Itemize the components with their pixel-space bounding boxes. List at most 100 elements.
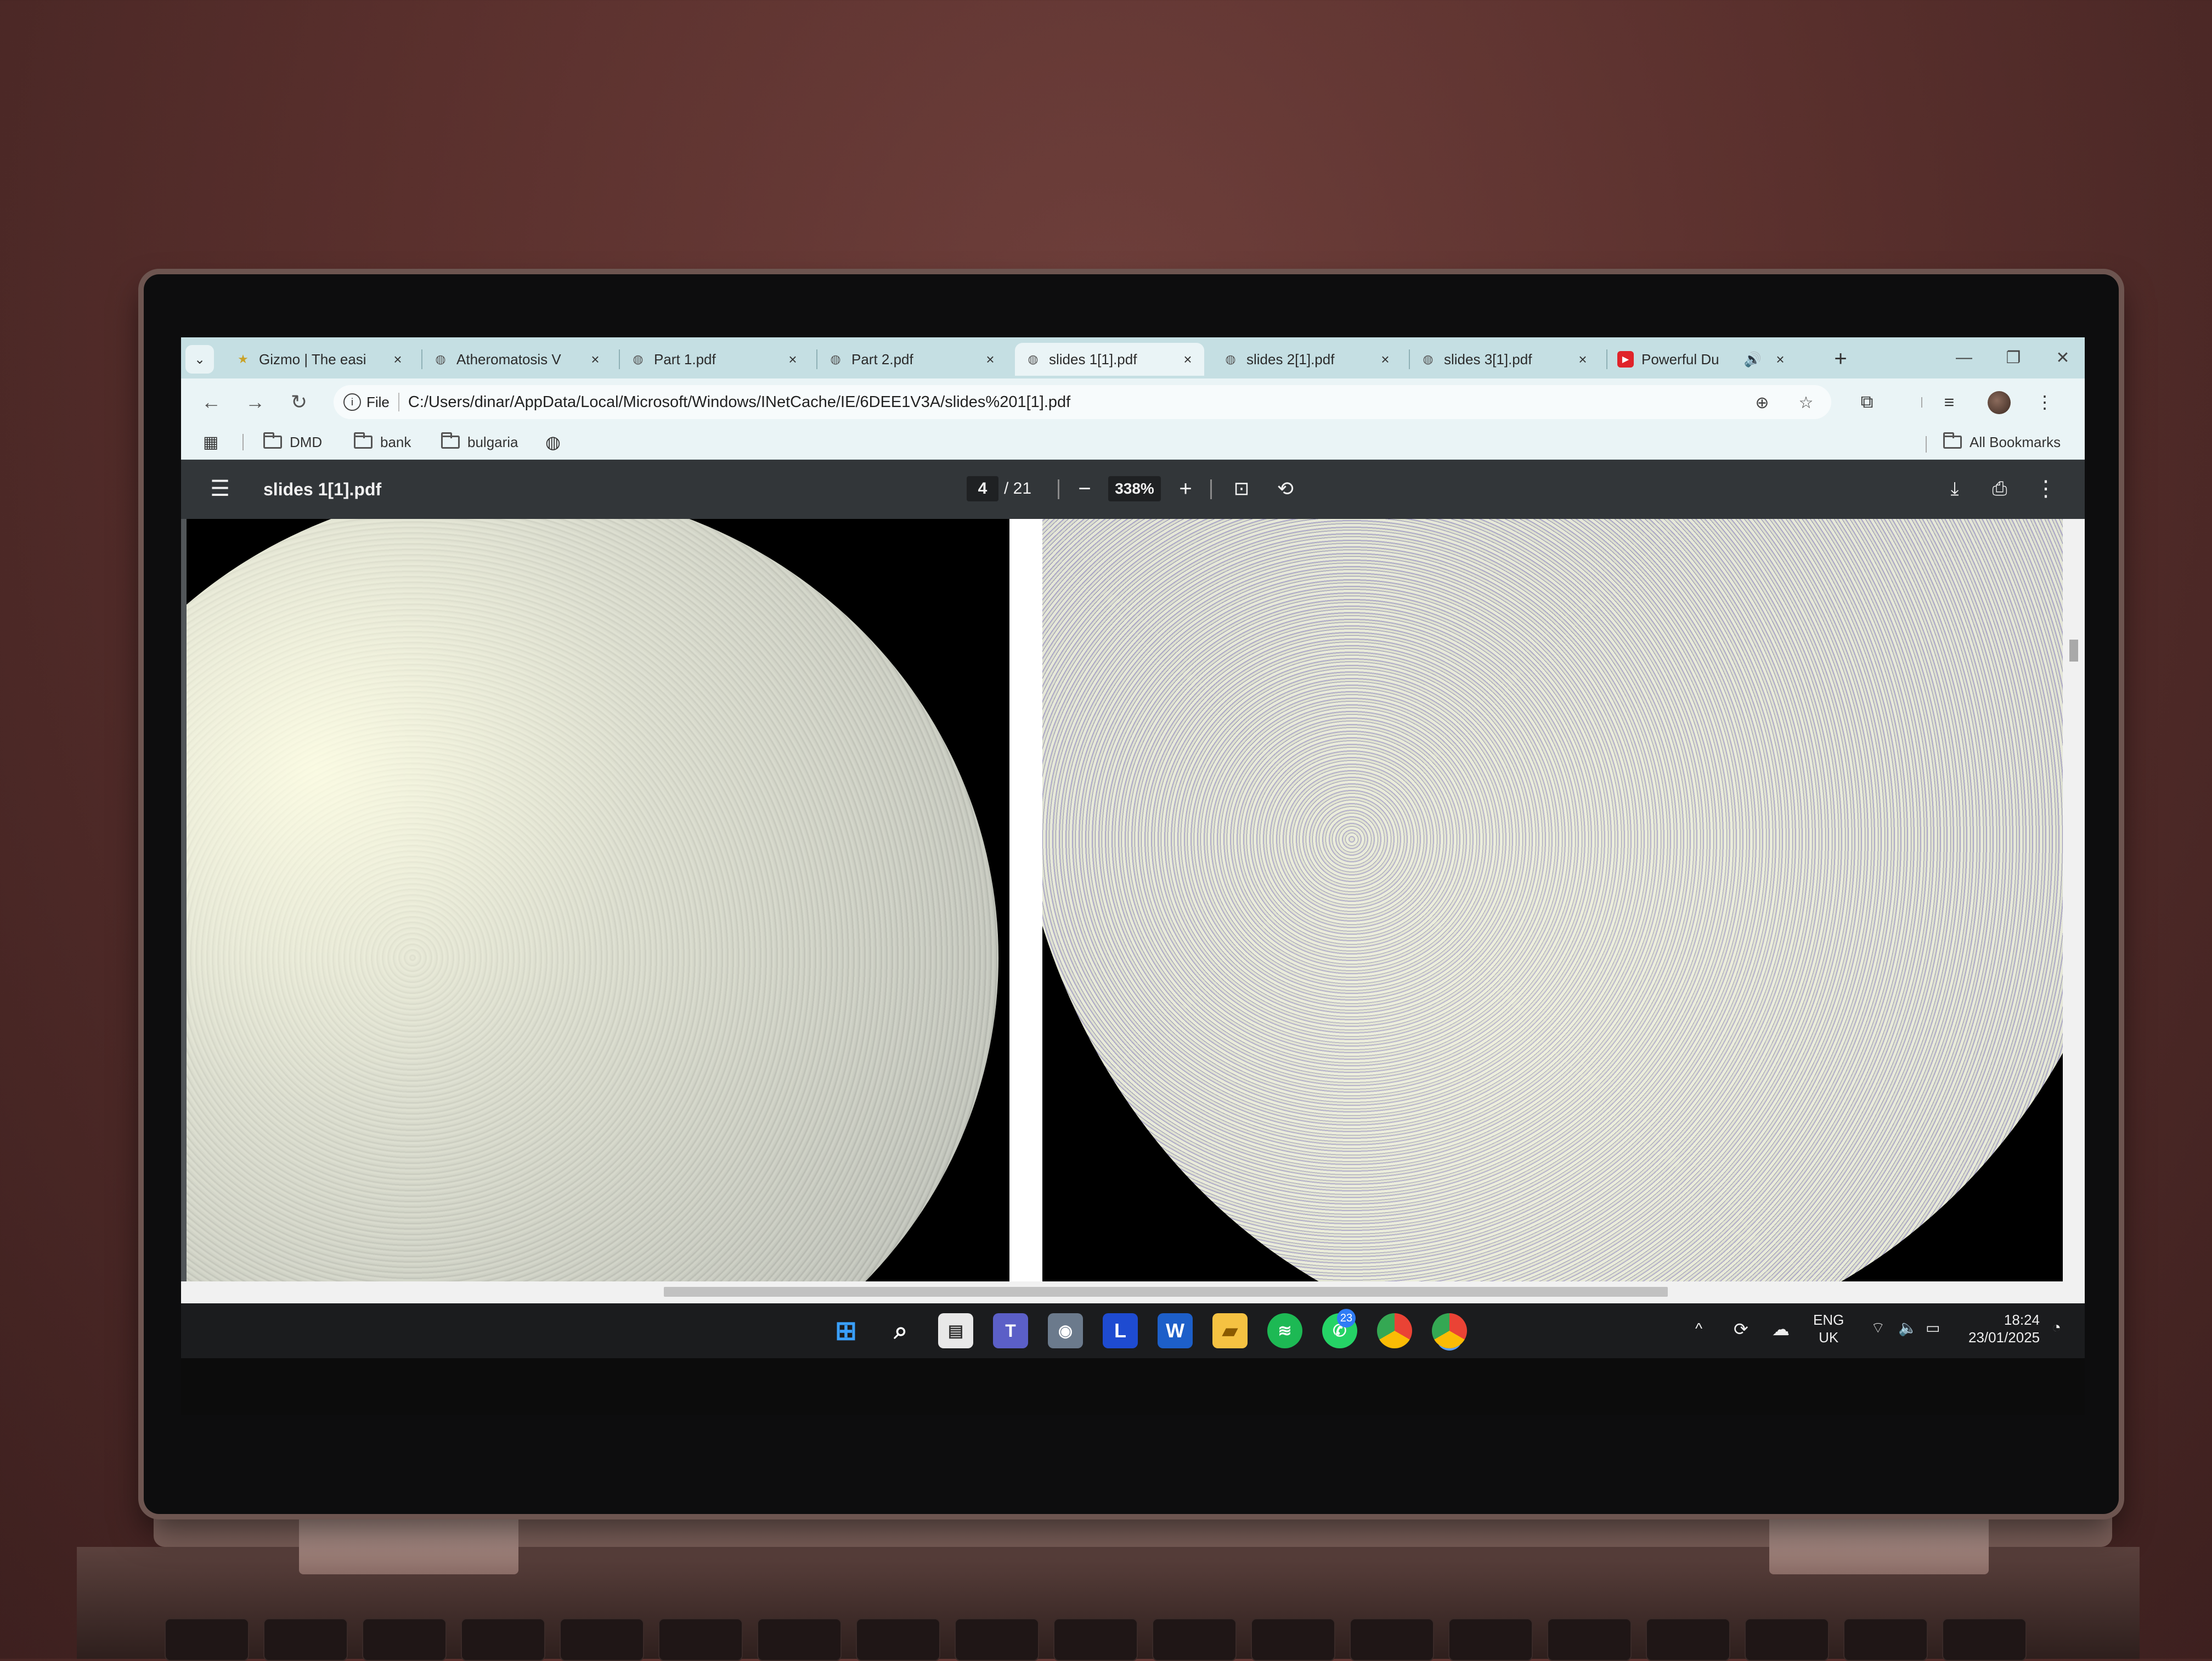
- new-tab-button[interactable]: +: [1827, 345, 1854, 372]
- zoom-icon[interactable]: ⊕: [1752, 393, 1772, 413]
- vertical-scrollbar[interactable]: [2063, 519, 2085, 1281]
- cloud-icon[interactable]: ☁: [1772, 1319, 1790, 1340]
- zoom-in-icon[interactable]: +: [1172, 475, 1199, 502]
- microscopy-image-left: [187, 519, 1009, 1281]
- rotate-icon[interactable]: ⟲: [1272, 475, 1299, 502]
- browser-tab[interactable]: ▶ Powerful Du 🔊 ×: [1607, 343, 1797, 376]
- bookmark-label: bulgaria: [467, 433, 518, 450]
- wifi-icon[interactable]: ⌔: [1871, 1319, 1885, 1338]
- folder-icon: [1943, 432, 1962, 449]
- tab-title: slides 1[1].pdf: [1049, 351, 1137, 368]
- close-window-icon[interactable]: ✕: [2046, 344, 2079, 371]
- chevron-down-icon: ⌄: [194, 352, 206, 367]
- restore-icon[interactable]: ❐: [1997, 344, 2030, 371]
- teams-icon[interactable]: T: [993, 1313, 1028, 1348]
- browser-tab[interactable]: ◍ slides 3[1].pdf ×: [1410, 343, 1599, 376]
- site-chip-label: File: [366, 393, 390, 410]
- toolbar-separator: |: [1920, 396, 1923, 408]
- bookmark-folder-dmd[interactable]: DMD: [263, 431, 322, 454]
- close-icon[interactable]: ×: [586, 351, 604, 368]
- sync-icon[interactable]: ⟳: [1734, 1319, 1748, 1340]
- horizontal-scrollbar-thumb[interactable]: [664, 1287, 1668, 1297]
- browser-tab[interactable]: ◍ Part 2.pdf ×: [817, 343, 1007, 376]
- start-icon[interactable]: ⊞: [828, 1313, 864, 1348]
- close-icon[interactable]: ×: [1376, 351, 1394, 368]
- battery-icon[interactable]: ▭: [1926, 1319, 1940, 1337]
- bookmark-folder-bank[interactable]: bank: [354, 431, 411, 454]
- file-explorer-icon[interactable]: ▰: [1212, 1313, 1248, 1348]
- close-icon[interactable]: ×: [981, 351, 999, 368]
- notification-badge: 23: [1337, 1309, 1356, 1327]
- microscope-field-right: [1042, 519, 2063, 1281]
- vertical-scrollbar-thumb[interactable]: [2069, 640, 2078, 662]
- store-icon[interactable]: ▤: [938, 1313, 973, 1348]
- hamburger-menu-icon[interactable]: ☰: [208, 477, 232, 501]
- browser-tab[interactable]: ◍ Part 1.pdf ×: [620, 343, 809, 376]
- camera-icon[interactable]: ◉: [1048, 1313, 1083, 1348]
- keyboard-key: [1152, 1618, 1237, 1661]
- chrome-icon[interactable]: [1432, 1313, 1467, 1348]
- url-text[interactable]: C:/Users/dinar/AppData/Local/Microsoft/W…: [408, 393, 1070, 411]
- extensions-icon[interactable]: ⧉: [1853, 388, 1881, 416]
- fit-page-icon[interactable]: ⊡: [1228, 475, 1255, 502]
- media-control-icon[interactable]: ≡: [1936, 388, 1963, 416]
- address-bar[interactable]: i File C:/Users/dinar/AppData/Local/Micr…: [334, 385, 1831, 419]
- more-options-icon[interactable]: ⋮: [2032, 475, 2059, 502]
- tab-title: Powerful Du: [1641, 351, 1719, 368]
- menu-kebab-icon[interactable]: ⋮: [2031, 388, 2058, 416]
- globe-icon: ◍: [1423, 352, 1434, 366]
- globe-icon: ◍: [830, 352, 841, 366]
- laptop-hinge-right: [1769, 1509, 1989, 1574]
- star-icon: ★: [238, 352, 249, 366]
- chevron-up-icon[interactable]: ^: [1695, 1320, 1702, 1337]
- pdf-toolbar: ☰ slides 1[1].pdf 4 / 21 − 338% + ⊡ ⟲ ⤓ …: [181, 460, 2085, 519]
- tab-search-button[interactable]: ⌄: [185, 345, 214, 374]
- browser-tab[interactable]: ★ Gizmo | The easi ×: [225, 343, 414, 376]
- keyboard-key: [1350, 1618, 1434, 1661]
- download-icon[interactable]: ⤓: [1941, 475, 1968, 502]
- globe-icon: ◍: [633, 352, 644, 366]
- omnibox-separator: [398, 393, 399, 411]
- all-bookmarks-button[interactable]: All Bookmarks: [1943, 431, 2061, 454]
- clock[interactable]: 18:24 23/01/2025: [1968, 1311, 2040, 1346]
- close-icon[interactable]: ×: [1179, 351, 1197, 368]
- bookmark-star-icon[interactable]: ☆: [1796, 393, 1816, 413]
- folder-icon: [441, 432, 460, 449]
- close-icon[interactable]: ×: [1771, 351, 1789, 368]
- reload-icon[interactable]: ↻: [285, 388, 313, 416]
- language-indicator[interactable]: ENG UK: [1813, 1311, 1844, 1346]
- browser-tab[interactable]: ◍ slides 2[1].pdf ×: [1212, 343, 1402, 376]
- chrome-icon[interactable]: [1377, 1313, 1412, 1348]
- keyboard-key: [1251, 1618, 1335, 1661]
- print-icon[interactable]: ⎙: [1986, 475, 2013, 502]
- zoom-level-input[interactable]: 338%: [1108, 476, 1161, 501]
- bookmark-folder-bulgaria[interactable]: bulgaria: [441, 431, 518, 454]
- close-icon[interactable]: ×: [1574, 351, 1592, 368]
- speaker-icon[interactable]: 🔊: [1742, 351, 1764, 368]
- browser-tab-active[interactable]: ◍ slides 1[1].pdf ×: [1015, 343, 1204, 376]
- close-icon[interactable]: ×: [784, 351, 802, 368]
- page-number-input[interactable]: 4: [967, 476, 998, 501]
- apps-grid-icon[interactable]: ▦: [203, 431, 218, 454]
- volume-icon[interactable]: 🔈: [1898, 1319, 1917, 1337]
- site-info-chip[interactable]: i File: [343, 393, 390, 411]
- search-icon[interactable]: ⌕: [883, 1313, 918, 1348]
- globe-icon[interactable]: ◍: [545, 431, 561, 454]
- forward-icon[interactable]: →: [241, 388, 269, 416]
- back-icon[interactable]: ←: [198, 388, 225, 416]
- browser-tab[interactable]: ◍ Atheromatosis V ×: [422, 343, 612, 376]
- taskbar-app-l[interactable]: L: [1103, 1313, 1138, 1348]
- notification-bell-icon[interactable]: ◔: [2052, 1319, 2061, 1336]
- globe-icon: ◍: [1225, 352, 1236, 366]
- word-icon[interactable]: W: [1158, 1313, 1193, 1348]
- all-bookmarks-label: All Bookmarks: [1970, 433, 2061, 450]
- close-icon[interactable]: ×: [389, 351, 407, 368]
- tab-title: Atheromatosis V: [456, 351, 561, 368]
- pdf-title: slides 1[1].pdf: [263, 479, 382, 499]
- zoom-out-icon[interactable]: −: [1071, 475, 1098, 502]
- avatar[interactable]: [1988, 391, 2011, 414]
- page-divider: [1009, 519, 1042, 1281]
- minimize-icon[interactable]: —: [1948, 344, 1980, 371]
- spotify-icon[interactable]: ≋: [1267, 1313, 1302, 1348]
- pdf-page-content[interactable]: [181, 519, 2085, 1281]
